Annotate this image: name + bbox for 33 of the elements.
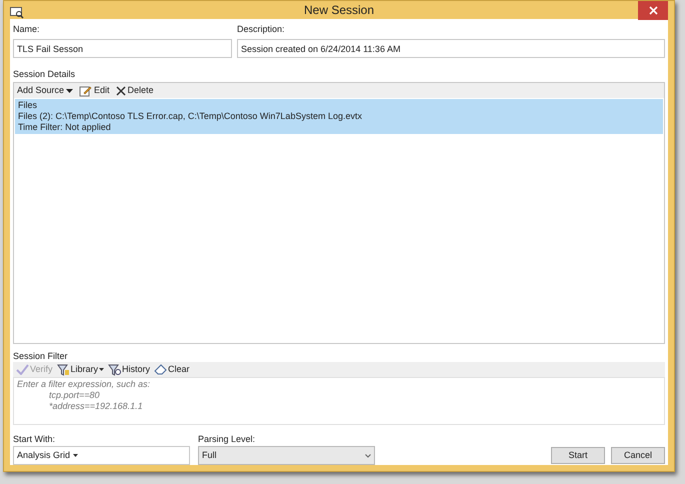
close-icon xyxy=(648,6,658,15)
toolbar-button: Verify xyxy=(16,362,53,376)
description-input[interactable]: Session created on 6/24/2014 11:36 AM xyxy=(237,39,665,58)
dialog-button[interactable]: Start xyxy=(551,447,605,464)
toolbar-button[interactable]: Clear xyxy=(154,362,190,376)
field-label: Parsing Level: xyxy=(198,433,256,445)
toolbar-button[interactable]: History xyxy=(108,362,150,376)
field-label: Start With: xyxy=(13,433,56,445)
dropdown-arrow-icon xyxy=(73,454,78,457)
section-label: Session Filter xyxy=(13,350,69,362)
checkmark-icon xyxy=(16,364,29,375)
parsing-level-select[interactable]: Full xyxy=(198,446,375,465)
start-with-dropdown[interactable]: Analysis Grid xyxy=(13,446,190,465)
dropdown-arrow-icon xyxy=(66,88,74,92)
dialog-button[interactable]: Cancel xyxy=(611,447,665,464)
x-icon xyxy=(116,86,126,96)
funnel-icon xyxy=(108,364,122,376)
pencil-note-icon xyxy=(79,84,92,96)
window-title: New Session xyxy=(304,2,374,19)
section-label: Session Details xyxy=(13,68,76,80)
toolbar-button[interactable]: Add Source xyxy=(17,84,74,98)
toolbar-button[interactable]: Delete xyxy=(116,84,154,98)
close-button[interactable] xyxy=(638,1,668,20)
chevron-down-icon xyxy=(365,454,371,458)
toolbar-button[interactable]: Library xyxy=(56,362,104,376)
name-input[interactable]: TLS Fail Sesson xyxy=(13,39,232,58)
source-list-item[interactable]: Files Files (2): C:\Temp\Contoso TLS Error.cap, C:\Temp\Contoso Win7LabSystem Log.evtx Time Filter: Not applied xyxy=(15,99,663,134)
filter-expression-field[interactable]: Enter a filter expression, such as: tcp.port==80 *address==192.168.1.1 xyxy=(13,377,665,425)
toolbar-button[interactable]: Edit xyxy=(79,84,110,98)
field-label: Description: xyxy=(237,23,286,35)
dropdown-arrow-icon xyxy=(99,368,104,371)
field-label: Name: xyxy=(13,23,41,35)
funnel-icon xyxy=(56,364,70,376)
